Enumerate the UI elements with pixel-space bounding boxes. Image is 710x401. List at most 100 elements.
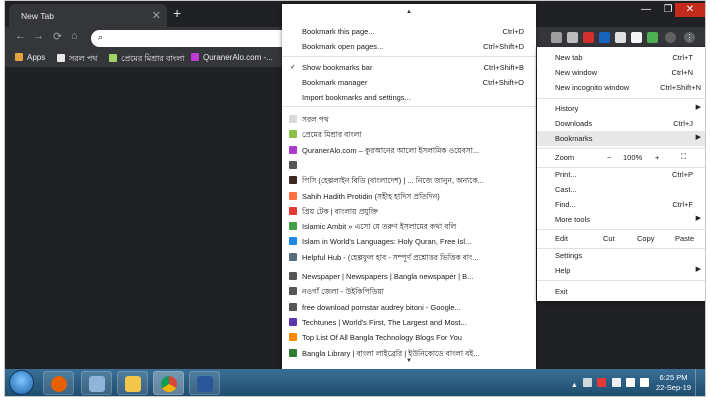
bookmark-item[interactable]: free download pornstar audrey bitoni - G… [282, 300, 536, 315]
bookmarks-item[interactable]: Bookmarks ▶ [537, 131, 705, 146]
new-window-item[interactable]: New window Ctrl+N [537, 65, 705, 80]
bookmark-item[interactable]: নওগাঁ জেলা - উইকিপিডিয়া [282, 284, 536, 299]
new-tab-item[interactable]: New tab Ctrl+T [537, 50, 705, 65]
new-tab-button[interactable]: + [173, 5, 181, 21]
extension-icon[interactable] [567, 32, 578, 43]
extension-icon[interactable] [551, 32, 562, 43]
scroll-down-icon[interactable]: ▼ [406, 358, 412, 364]
bookmark-item[interactable]: Top List Of All Bangla Technology Blogs … [282, 330, 536, 345]
bookmark-favicon [289, 252, 297, 261]
tray-expand-icon[interactable]: ▲ [571, 382, 578, 389]
menu-item-label: Cast... [555, 185, 577, 194]
bookmark-bar-label: প্রেমের মিশ্রার বাংলা [121, 54, 185, 63]
bookmark-manager-item[interactable]: Bookmark manager Ctrl+Shift+O [282, 75, 536, 90]
bookmark-item[interactable]: Techtunes | World's First, The Largest a… [282, 315, 536, 330]
word-icon [197, 376, 213, 392]
settings-item[interactable]: Settings [537, 248, 705, 263]
new-incognito-window-item[interactable]: New incognito window Ctrl+Shift+N [537, 80, 705, 95]
tray-icon[interactable] [597, 378, 607, 387]
clock[interactable]: 6:25 PM 22-Sep-19 [656, 373, 691, 393]
find-item[interactable]: Find... Ctrl+F [537, 197, 705, 212]
bookmark-label: Islamic Ambit » এসো যে তরুণ ইসলামের কথা … [302, 222, 457, 232]
menu-item-label: Show bookmarks bar [302, 63, 373, 72]
bookmark-item[interactable] [282, 158, 536, 173]
extension-icon[interactable] [599, 32, 610, 43]
show-desktop-button[interactable] [695, 369, 705, 396]
network-icon[interactable] [625, 378, 635, 387]
profile-avatar[interactable] [665, 32, 676, 43]
tab-new-tab[interactable]: New Tab ✕ [9, 4, 167, 27]
menu-item-shortcut: Ctrl+Shift+D [483, 42, 524, 51]
taskbar-explorer-app[interactable] [81, 371, 112, 395]
bookmark-label: Techtunes | World's First, The Largest a… [302, 317, 467, 327]
bookmark-item[interactable]: Islamic Ambit » এসো যে তরুণ ইসলামের কথা … [282, 219, 536, 234]
bookmark-item[interactable]: Islam in World's Languages: Holy Quran, … [282, 234, 536, 249]
bookmark-bar-item[interactable]: প্রেমের মিশ্রার বাংলা [109, 53, 184, 66]
reload-icon[interactable]: ⟳ [53, 30, 62, 43]
clock-date: 22-Sep-19 [655, 383, 691, 392]
bookmark-item[interactable]: প্রিয় টেক | বাংলায় প্রযুক্তি [282, 204, 536, 219]
help-item[interactable]: Help ▶ [537, 263, 705, 278]
bookmark-item[interactable]: QuranerAlo.com – কুরআনের আলো ইসলামিক ওয়… [282, 143, 536, 158]
zoom-in-button[interactable]: + [655, 153, 659, 162]
fullscreen-icon[interactable]: ⛶ [681, 152, 686, 162]
taskbar-firefox[interactable] [43, 371, 74, 395]
exit-item[interactable]: Exit [537, 284, 705, 299]
forward-icon[interactable]: → [33, 30, 44, 42]
volume-icon[interactable] [640, 378, 649, 387]
zoom-out-button[interactable]: − [607, 153, 611, 162]
show-bookmarks-bar-item[interactable]: ✓ Show bookmarks bar Ctrl+Shift+B [282, 60, 536, 75]
close-window-button[interactable]: ✕ [675, 3, 705, 17]
home-icon[interactable]: ⌂ [71, 30, 78, 42]
bookmark-item[interactable]: পিসি (হেল্পলাইন বিডি (বাংলাদেশ) | ... নি… [282, 173, 536, 188]
zoom-level: 100% [623, 153, 643, 162]
bookmark-item[interactable]: প্রেমের মিশ্রার বাংলা [282, 127, 536, 142]
menu-item-shortcut: Ctrl+D [502, 27, 524, 36]
menu-item-label: History [555, 104, 579, 113]
bookmark-favicon [289, 272, 297, 280]
back-icon[interactable]: ← [15, 30, 26, 42]
scroll-up-icon[interactable]: ▲ [406, 9, 412, 15]
taskbar-chrome[interactable] [153, 371, 184, 395]
bookmark-label: Bangla Library | বাংলা লাইব্রেরি | ইউনিক… [302, 348, 480, 358]
menu-dots-icon[interactable]: ⋮ [684, 32, 695, 43]
bookmark-label: Islam in World's Languages: Holy Quran, … [302, 237, 472, 247]
bookmark-item[interactable]: Newspaper | Newspapers | Bangla newspape… [282, 269, 536, 284]
cast-item[interactable]: Cast... [537, 182, 705, 197]
browser-window: New Tab ✕ + — ❐ ✕ ← → ⟳ ⌂ ⌕ ⋮ Apps সরল প… [4, 0, 706, 397]
bookmark-favicon [289, 348, 297, 357]
tab-close-icon[interactable]: ✕ [152, 9, 161, 22]
bookmark-bar-item[interactable]: সরল পথ [57, 53, 97, 66]
bookmark-bar-item[interactable]: QuranerAlo.com -... [191, 53, 273, 62]
battery-icon[interactable] [611, 378, 621, 387]
bookmark-item[interactable]: Helpful Hub - (হেল্পফুল হাব - সম্পূর্ণ প… [282, 250, 536, 265]
paste-button[interactable]: Paste [675, 234, 694, 243]
bookmark-item[interactable]: সরল পথ [282, 112, 536, 127]
bookmark-label: Sahih Hadith Protidin (সহীহ হাদিস প্রতিদ… [302, 191, 440, 201]
copy-button[interactable]: Copy [637, 234, 655, 243]
import-bookmarks-item[interactable]: Import bookmarks and settings... [282, 90, 536, 105]
taskbar-word[interactable] [189, 371, 220, 395]
taskbar-file-explorer[interactable] [117, 371, 148, 395]
extension-icon[interactable] [631, 32, 642, 43]
more-tools-item[interactable]: More tools ▶ [537, 212, 705, 227]
start-button[interactable] [9, 370, 34, 395]
extension-icon[interactable] [615, 32, 626, 43]
clock-time: 6:25 PM [659, 373, 688, 382]
minimize-button[interactable]: — [635, 3, 657, 17]
bookmark-open-pages-item[interactable]: Bookmark open pages... Ctrl+Shift+D [282, 39, 536, 54]
bookmark-item[interactable]: Sahih Hadith Protidin (সহীহ হাদিস প্রতিদ… [282, 189, 536, 204]
tray-icon[interactable] [583, 378, 593, 387]
history-item[interactable]: History ▶ [537, 101, 705, 116]
extension-icon[interactable] [647, 32, 658, 43]
print-item[interactable]: Print... Ctrl+P [537, 167, 705, 182]
cut-button[interactable]: Cut [603, 234, 615, 243]
menu-item-label: More tools [555, 215, 591, 224]
menu-separator [282, 106, 536, 107]
bookmark-favicon [289, 222, 297, 231]
adblock-icon[interactable] [583, 32, 594, 43]
downloads-item[interactable]: Downloads Ctrl+J [537, 116, 705, 131]
address-bar[interactable]: ⌕ [91, 30, 291, 47]
apps-shortcut[interactable]: Apps [15, 53, 45, 62]
bookmark-this-page-item[interactable]: Bookmark this page... Ctrl+D [282, 24, 536, 39]
